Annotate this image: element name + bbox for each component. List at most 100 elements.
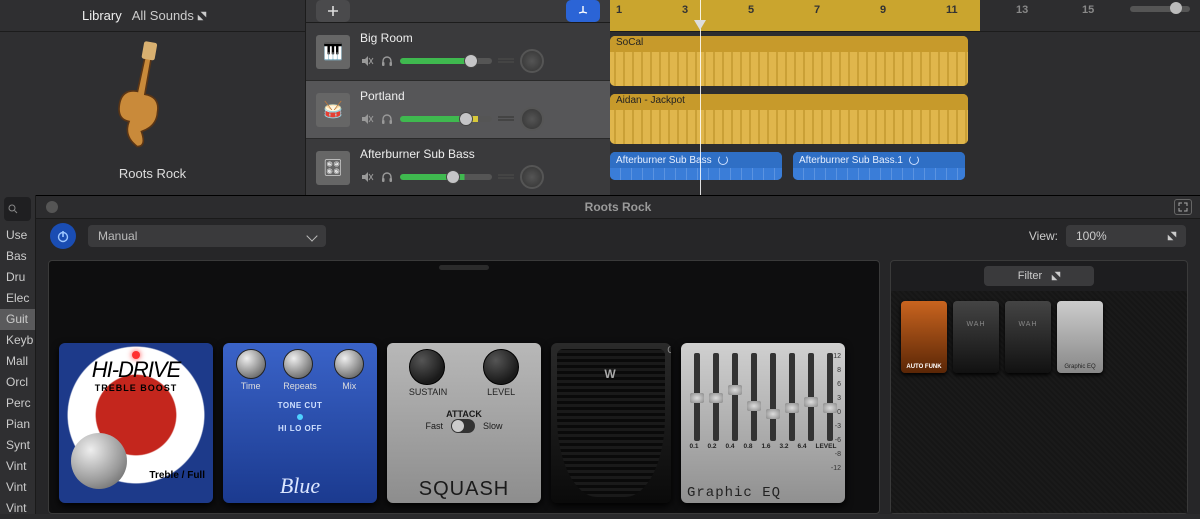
sidebar-item[interactable]: Bas [0,246,35,267]
eq-freq-label: 0.4 [725,443,734,450]
headphones-icon[interactable] [380,54,394,68]
sidebar-item[interactable]: Pian [0,414,35,435]
pedal-wah[interactable]: W Q Mode [551,343,671,503]
window-titlebar[interactable]: Roots Rock [36,196,1200,219]
volume-slider[interactable] [400,116,492,122]
eq-freq-label: 0.1 [689,443,698,450]
track-row[interactable]: 🥁 Portland [306,81,610,139]
eq-freq-label: 0.2 [707,443,716,450]
power-button[interactable] [50,223,76,249]
pedalboard-stage[interactable]: HI-DRIVE TREBLE BOOST Treble / Full Time… [48,260,880,514]
eq-band-slider[interactable] [751,353,757,441]
sustain-knob[interactable] [409,349,445,385]
sidebar-item[interactable]: Vint [0,456,35,477]
track-name: Portland [360,89,600,103]
eq-band-slider[interactable] [789,353,795,441]
repeats-knob[interactable] [283,349,313,379]
chevron-updown-icon [195,8,209,22]
sidebar-item[interactable]: Keyb [0,330,35,351]
close-icon[interactable] [46,201,58,213]
browser-pedal[interactable]: Graphic EQ [1057,301,1103,373]
region-name: Afterburner Sub Bass [610,152,782,168]
eq-freq-label: 6.4 [797,443,806,450]
volume-slider[interactable] [400,58,492,64]
window-title: Roots Rock [585,200,652,214]
browser-pedal[interactable] [953,301,999,373]
eq-band-slider[interactable] [732,353,738,441]
filter-dropdown[interactable]: Filter [984,266,1094,286]
guitar-icon [98,47,208,162]
mix-knob[interactable] [334,349,364,379]
ruler-marker: 15 [1082,4,1094,16]
sidebar-item[interactable]: Perc [0,393,35,414]
pan-knob[interactable] [520,107,544,131]
loop-icon [909,155,919,165]
ruler[interactable]: 1357911 1315 [610,0,1200,32]
expand-button[interactable] [1174,199,1192,215]
playhead[interactable] [700,0,701,195]
region[interactable]: Aidan - Jackpot [610,94,968,144]
mute-icon[interactable] [360,112,374,126]
sidebar-item[interactable]: Orcl [0,372,35,393]
volume-slider[interactable] [400,174,492,180]
sidebar-item[interactable]: Use [0,225,35,246]
arrangement-area[interactable]: SoCal Aidan - Jackpot Afterburner Sub Bass… [610,32,1200,195]
search-input[interactable] [4,197,31,221]
sidebar-item[interactable]: Dru [0,267,35,288]
pedal-hi-drive[interactable]: HI-DRIVE TREBLE BOOST Treble / Full [59,343,213,503]
ruler-marker: 13 [1016,4,1028,16]
region[interactable]: SoCal [610,36,968,86]
eq-band-slider[interactable] [770,353,776,441]
attack-switch[interactable] [451,419,475,433]
tuner-button[interactable] [566,0,600,22]
region[interactable]: Afterburner Sub Bass [610,152,782,180]
region-name: Afterburner Sub Bass.1 [793,152,965,168]
track-instrument-icon: 🥁 [316,93,350,127]
mute-icon[interactable] [360,170,374,184]
sidebar-item[interactable]: Elec [0,288,35,309]
level-meter [498,174,514,179]
pedal-blue-echo[interactable]: Time Repeats Mix TONE CUT HI LO OFF Blue [223,343,377,503]
pedal-squash[interactable]: SUSTAIN LEVEL ATTACK Fast Slow SQUASH [387,343,541,503]
search-icon [8,204,18,214]
ruler-marker: 7 [814,4,820,16]
headphones-icon[interactable] [380,112,394,126]
mode-switch[interactable]: Treble / Full [149,470,205,481]
library-title: Library [82,8,122,23]
pan-knob[interactable] [520,165,544,189]
ruler-marker: 1 [616,4,622,16]
pedal-graphic-eq[interactable]: 128630-3-6-8-12 0.10.20.40.81.63.26.4LEV… [681,343,845,503]
track-row[interactable]: 🎛 Afterburner Sub Bass [306,139,610,197]
sidebar-item[interactable]: Synt [0,435,35,456]
region[interactable]: Afterburner Sub Bass.1 [793,152,965,180]
eq-band-slider[interactable] [808,353,814,441]
track-row[interactable]: 🎹 Big Room [306,23,610,81]
time-knob[interactable] [236,349,266,379]
sidebar-item[interactable]: Guit [0,309,35,330]
mute-icon[interactable] [360,54,374,68]
eq-freq-label: 1.6 [761,443,770,450]
eq-freq-label: 0.8 [743,443,752,450]
library-panel: Library All Sounds Roots Rock [0,0,306,195]
eq-band-slider[interactable] [694,353,700,441]
browser-pedal[interactable]: AUTO FUNK [901,301,947,373]
add-track-button[interactable] [316,0,350,22]
sidebar-item[interactable]: Mall [0,351,35,372]
level-knob[interactable] [71,433,127,489]
browser-pedal[interactable] [1005,301,1051,373]
eq-band-slider[interactable] [827,353,833,441]
library-filter-dropdown[interactable]: All Sounds [132,8,206,23]
sidebar-item[interactable]: Vint [0,477,35,498]
eq-band-slider[interactable] [713,353,719,441]
zoom-slider[interactable] [1130,6,1190,12]
sidebar-item[interactable]: Vint [0,498,35,519]
ruler-marker: 5 [748,4,754,16]
headphones-icon[interactable] [380,170,394,184]
view-zoom-dropdown[interactable]: 100% [1066,225,1186,247]
ruler-marker: 11 [946,4,958,16]
pan-knob[interactable] [520,49,544,73]
preset-dropdown[interactable]: Manual [88,225,326,247]
led-icon [297,414,303,420]
level-knob[interactable] [483,349,519,385]
region-name: Aidan - Jackpot [610,94,968,110]
